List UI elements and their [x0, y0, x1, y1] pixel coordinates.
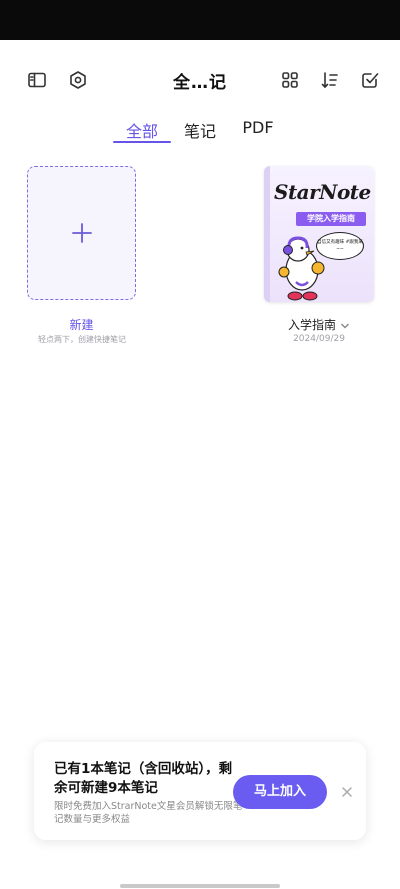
tab-pdf[interactable]: PDF [240, 118, 276, 137]
select-check-icon[interactable] [358, 68, 382, 92]
notebook-title-row[interactable]: 入学指南 [264, 316, 374, 333]
membership-promo-card: 已有1本笔记（含回收站），剩余可新建9本笔记 限时免费加入StrarNote文星… [34, 742, 366, 840]
close-icon[interactable] [340, 784, 354, 798]
join-now-button[interactable]: 马上加入 [233, 775, 327, 809]
notebook-spine [264, 166, 270, 302]
notebook-title: 入学指南 [287, 318, 336, 332]
mascot-illustration [278, 236, 325, 301]
new-note-card[interactable] [27, 166, 136, 300]
sidebar-icon[interactable] [25, 68, 49, 92]
tab-notes[interactable]: 笔记 [183, 118, 217, 142]
grid-view-icon[interactable] [278, 68, 302, 92]
promo-subtitle: 限时免费加入StrarNote文星会员解锁无限笔记数量与更多权益 [54, 801, 243, 825]
home-indicator[interactable] [120, 884, 280, 888]
notebook-date: 2024/09/29 [293, 334, 345, 344]
plus-icon [71, 223, 92, 243]
settings-hexagon-icon[interactable] [66, 68, 90, 92]
cover-logo: StarNote [274, 180, 371, 204]
new-note-label[interactable]: 新建 [27, 316, 136, 333]
notebook-cover[interactable]: StarNote 学院入学指南 自信又有趣味 #跟我来~~ [264, 166, 374, 302]
sort-icon[interactable] [318, 68, 342, 92]
active-tab-indicator [113, 141, 171, 143]
promo-title: 已有1本笔记（含回收站），剩余可新建9本笔记 [54, 761, 233, 796]
tab-all[interactable]: 全部 [125, 118, 159, 142]
status-bar [0, 0, 400, 40]
page-title: 全…记 [173, 73, 227, 93]
cover-banner: 学院入学指南 [296, 212, 366, 226]
chevron-down-icon[interactable] [340, 319, 350, 333]
new-note-hint: 轻点两下，创建快捷笔记 [38, 335, 126, 344]
tab-bar: 全部 笔记 PDF [0, 112, 400, 146]
top-bar: 全…记 [0, 60, 400, 100]
